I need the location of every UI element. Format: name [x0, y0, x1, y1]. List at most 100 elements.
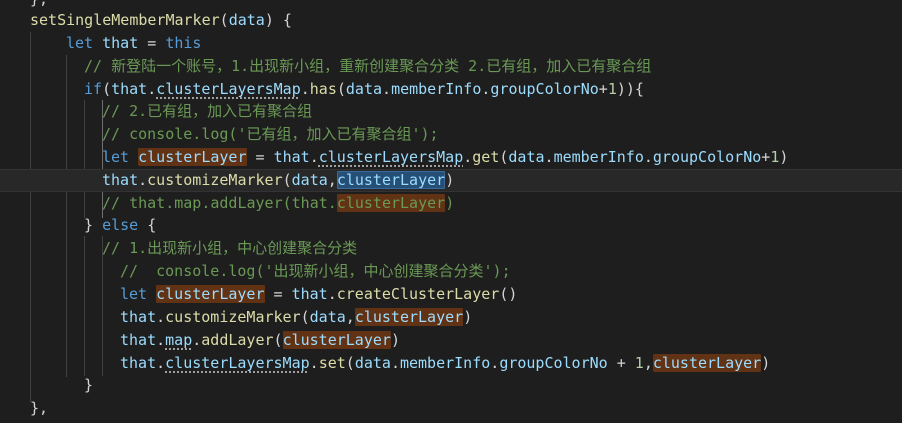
- code-text: // 新登陆一个账号，1.出现新小组，重新创建聚合分类 2.已有组，加入已有聚合…: [84, 55, 651, 78]
- selected-text[interactable]: clusterLayer: [336, 171, 446, 189]
- token: clusterLayersMap: [165, 354, 310, 372]
- code-line[interactable]: that.map.addLayer(clusterLayer): [0, 329, 400, 352]
- token: let: [66, 34, 94, 52]
- token: map: [165, 331, 193, 349]
- comment: // console.log('已有组，加入已有聚合组');: [102, 125, 439, 143]
- token: memberInfo: [553, 148, 644, 166]
- token: ,: [327, 171, 337, 189]
- code-line[interactable]: let clusterLayer = that.clusterLayersMap…: [0, 146, 788, 169]
- code-line-current[interactable]: that.customizeMarker(data,clusterLayer): [0, 169, 902, 192]
- code-text: that.map.addLayer(clusterLayer): [120, 329, 400, 352]
- token: addLayer: [201, 331, 274, 349]
- code-text: let clusterLayer = that.createClusterLay…: [120, 283, 517, 306]
- token: 1: [770, 148, 780, 166]
- token: get: [472, 148, 500, 166]
- token: },: [30, 399, 49, 417]
- token: (: [273, 331, 283, 349]
- token: },: [30, 0, 48, 8]
- code-text: that.customizeMarker(data,clusterLayer): [102, 169, 454, 192]
- code-text: // 2.已有组，加入已有聚合组: [102, 100, 312, 123]
- token: .: [156, 331, 166, 349]
- occurrence-highlight: clusterLayer: [652, 354, 762, 372]
- token: (: [300, 308, 310, 326]
- token: .: [300, 80, 310, 98]
- token: clusterLayersMap: [156, 80, 301, 98]
- token: that: [111, 80, 148, 98]
- token: }: [84, 376, 94, 394]
- token: 1: [634, 354, 644, 372]
- occurrence-highlight: clusterLayer: [354, 308, 464, 326]
- token: ): [761, 354, 771, 372]
- token: groupColorNo: [490, 80, 599, 98]
- indent-guide: [84, 236, 85, 376]
- token: .: [490, 354, 500, 372]
- token: that: [102, 34, 139, 52]
- code-line[interactable]: // that.map.addLayer(that.clusterLayer): [0, 192, 454, 215]
- code-text: // 1.出现新小组，中心创建聚合分类: [102, 237, 357, 260]
- token: (: [282, 171, 292, 189]
- token: data: [354, 354, 391, 372]
- token: .: [156, 308, 166, 326]
- token: let: [120, 285, 148, 303]
- token: .: [463, 148, 473, 166]
- code-line[interactable]: } else {: [0, 214, 156, 237]
- token: .: [544, 148, 554, 166]
- code-line[interactable]: that.clusterLayersMap.set(data.memberInf…: [0, 352, 770, 375]
- token: that: [273, 148, 310, 166]
- code-line[interactable]: let that = this: [0, 32, 201, 55]
- code-text: // console.log('已有组，加入已有聚合组');: [102, 123, 439, 146]
- token: that: [120, 308, 157, 326]
- token: ): [463, 308, 473, 326]
- occurrence-highlight: clusterLayer: [336, 194, 446, 212]
- token: .: [390, 354, 400, 372]
- occurrence-highlight: clusterLayer: [138, 148, 247, 166]
- token: memberInfo: [391, 80, 482, 98]
- code-line[interactable]: },: [0, 397, 48, 420]
- token: data: [508, 148, 545, 166]
- token: else: [102, 216, 139, 234]
- code-text: that.clusterLayersMap.set(data.memberInf…: [120, 352, 770, 375]
- token: .: [382, 80, 392, 98]
- token: has: [309, 80, 337, 98]
- token: =: [264, 285, 292, 303]
- token: createClusterLayer: [336, 285, 500, 303]
- code-text: },: [30, 397, 48, 420]
- code-line[interactable]: setSingleMemberMarker(data) {: [0, 9, 292, 32]
- token: ,: [345, 308, 355, 326]
- token: data: [309, 308, 346, 326]
- code-line[interactable]: that.customizeMarker(data,clusterLayer): [0, 306, 472, 329]
- code-editor[interactable]: }, setSingleMemberMarker(data) { let tha…: [0, 0, 902, 423]
- occurrence-highlight: clusterLayer: [282, 331, 391, 349]
- token: (: [345, 354, 355, 372]
- token: }: [84, 216, 103, 234]
- token: .: [156, 354, 166, 372]
- code-line[interactable]: }: [0, 374, 93, 397]
- comment: // console.log('出现新小组，中心创建聚合分类');: [120, 262, 511, 280]
- code-line[interactable]: // 1.出现新小组，中心创建聚合分类: [0, 237, 357, 260]
- token: setSingleMemberMarker: [30, 11, 220, 29]
- code-line[interactable]: // 2.已有组，加入已有聚合组: [0, 100, 312, 123]
- code-line[interactable]: let clusterLayer = that.createClusterLay…: [0, 283, 517, 306]
- comment: ): [445, 194, 455, 212]
- token: groupColorNo: [652, 148, 762, 166]
- comment: // that.map.addLayer(that.: [102, 194, 337, 212]
- indent-guide: [66, 55, 67, 377]
- token: +: [598, 80, 608, 98]
- token: ): [390, 331, 400, 349]
- code-line[interactable]: // console.log('出现新小组，中心创建聚合分类');: [0, 260, 511, 283]
- code-text: let that = this: [66, 32, 201, 55]
- indent-guide: [84, 100, 85, 218]
- token: =: [246, 148, 274, 166]
- code-line[interactable]: if(that.clusterLayersMap.has(data.member…: [0, 78, 644, 101]
- token: (: [219, 11, 229, 29]
- token: if: [84, 80, 103, 98]
- code-line[interactable]: // console.log('已有组，加入已有聚合组');: [0, 123, 439, 146]
- token: that: [291, 285, 328, 303]
- comment: // 新登陆一个账号，1.出现新小组，重新创建聚合分类 2.已有组，加入已有聚合…: [84, 57, 652, 75]
- token: customizeMarker: [165, 308, 301, 326]
- token: .: [643, 148, 653, 166]
- token: .: [327, 285, 337, 303]
- code-line[interactable]: // 新登陆一个账号，1.出现新小组，重新创建聚合分类 2.已有组，加入已有聚合…: [0, 55, 651, 78]
